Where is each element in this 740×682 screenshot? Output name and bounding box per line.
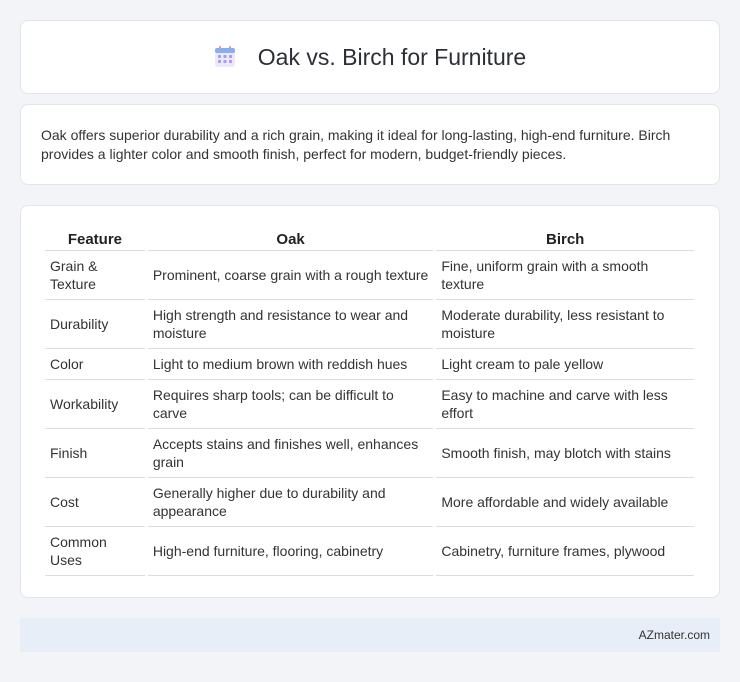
oak-cell: Prominent, coarse grain with a rough tex…	[147, 251, 434, 300]
table-row: Durability High strength and resistance …	[45, 300, 694, 349]
feature-cell: Color	[45, 349, 145, 380]
table-row: Grain & Texture Prominent, coarse grain …	[45, 251, 694, 300]
table-row: Color Light to medium brown with reddish…	[45, 349, 694, 380]
summary-text: Oak offers superior durability and a ric…	[41, 127, 671, 162]
birch-cell: Smooth finish, may blotch with stains	[436, 429, 694, 478]
column-header-oak: Oak	[147, 226, 434, 251]
birch-cell: Cabinetry, furniture frames, plywood	[436, 527, 694, 576]
table-row: Cost Generally higher due to durability …	[45, 478, 694, 527]
calendar-icon	[214, 46, 236, 68]
oak-cell: Accepts stains and finishes well, enhanc…	[147, 429, 434, 478]
birch-cell: More affordable and widely available	[436, 478, 694, 527]
feature-cell: Grain & Texture	[45, 251, 145, 300]
feature-cell: Common Uses	[45, 527, 145, 576]
feature-cell: Workability	[45, 380, 145, 429]
title-card: Oak vs. Birch for Furniture	[20, 20, 720, 94]
birch-cell: Moderate durability, less resistant to m…	[436, 300, 694, 349]
summary-card: Oak offers superior durability and a ric…	[20, 104, 720, 185]
table-row: Common Uses High-end furniture, flooring…	[45, 527, 694, 576]
column-header-feature: Feature	[45, 226, 145, 251]
page-title: Oak vs. Birch for Furniture	[257, 43, 527, 70]
feature-cell: Cost	[45, 478, 145, 527]
birch-cell: Fine, uniform grain with a smooth textur…	[436, 251, 694, 300]
oak-cell: Generally higher due to durability and a…	[147, 478, 434, 527]
comparison-table: Feature Oak Birch Grain & Texture Promin…	[42, 226, 697, 576]
footer: AZmater.com	[20, 618, 720, 652]
birch-cell: Light cream to pale yellow	[436, 349, 694, 380]
column-header-birch: Birch	[436, 226, 694, 251]
birch-cell: Easy to machine and carve with less effo…	[436, 380, 694, 429]
oak-cell: High-end furniture, flooring, cabinetry	[147, 527, 434, 576]
oak-cell: Light to medium brown with reddish hues	[147, 349, 434, 380]
oak-cell: Requires sharp tools; can be difficult t…	[147, 380, 434, 429]
table-row: Finish Accepts stains and finishes well,…	[45, 429, 694, 478]
table-row: Workability Requires sharp tools; can be…	[45, 380, 694, 429]
oak-cell: High strength and resistance to wear and…	[147, 300, 434, 349]
footer-brand[interactable]: AZmater.com	[639, 628, 710, 642]
feature-cell: Finish	[45, 429, 145, 478]
comparison-table-card: Feature Oak Birch Grain & Texture Promin…	[20, 205, 720, 598]
table-header-row: Feature Oak Birch	[45, 226, 694, 251]
feature-cell: Durability	[45, 300, 145, 349]
